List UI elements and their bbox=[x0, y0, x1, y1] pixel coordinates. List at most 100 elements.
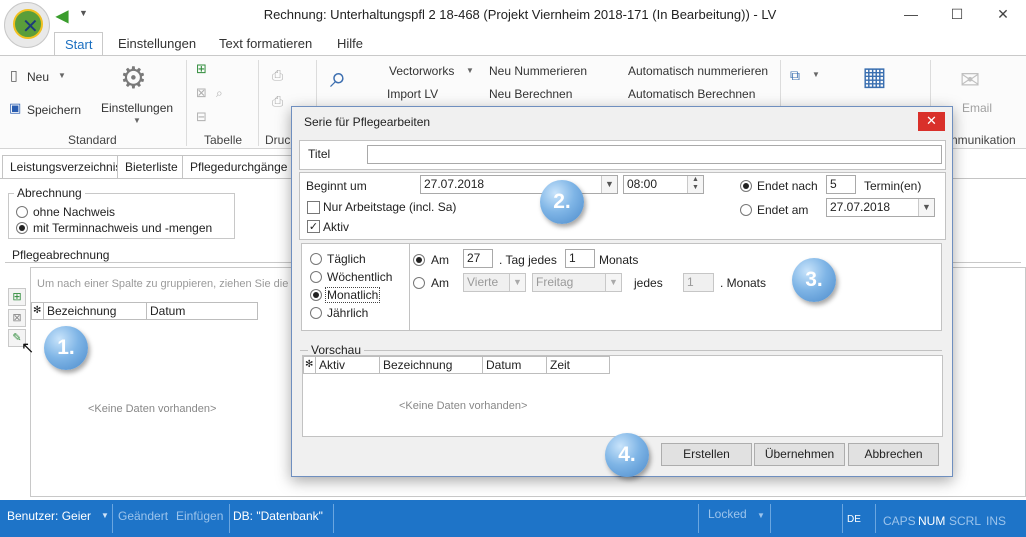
radio-monatlich[interactable] bbox=[310, 289, 322, 301]
tab-text-formatieren[interactable]: Text formatieren bbox=[209, 32, 322, 55]
search-disabled-icon[interactable]: ⌕ bbox=[216, 86, 223, 101]
aktiv-checkbox[interactable]: ✓ bbox=[307, 220, 320, 233]
weekday-dropdown-icon[interactable]: ▼ bbox=[605, 274, 621, 291]
weekday-select[interactable]: Freitag ▼ bbox=[532, 273, 622, 292]
einstellungen-button[interactable]: Einstellungen bbox=[101, 101, 173, 115]
group-hint: Um nach einer Spalte zu gruppieren, zieh… bbox=[37, 278, 305, 290]
insert-row-icon[interactable]: ⊞ bbox=[196, 62, 207, 77]
radio-jaehrlich[interactable] bbox=[310, 307, 322, 319]
vectorworks-button[interactable]: Vectorworks bbox=[389, 64, 454, 78]
auto-berechnen-button[interactable]: Automatisch Berechnen bbox=[628, 87, 755, 101]
app-logo[interactable]: ✕ bbox=[4, 2, 50, 48]
benutzer-dropdown-icon[interactable]: ▼ bbox=[101, 511, 109, 520]
grid-header-datum[interactable]: Datum bbox=[147, 303, 257, 319]
endet-am-dropdown-icon[interactable]: ▼ bbox=[918, 199, 934, 216]
tag-jedes-label: . Tag jedes bbox=[499, 253, 557, 267]
neu-button[interactable]: Neu bbox=[27, 70, 49, 84]
callout-bubble-4: 4. bbox=[605, 433, 649, 477]
neu-nummerieren-button[interactable]: Neu Nummerieren bbox=[489, 64, 587, 78]
weekday-value: Freitag bbox=[536, 275, 574, 289]
locked-dropdown-icon[interactable]: ▼ bbox=[757, 511, 765, 520]
group-label-kommunikation: nmunikation bbox=[951, 133, 1016, 147]
speichern-button[interactable]: Speichern bbox=[27, 103, 81, 117]
neu-dropdown-icon[interactable]: ▼ bbox=[58, 71, 66, 80]
beginnt-date-input[interactable]: 27.07.2018 ▼ bbox=[420, 175, 618, 194]
vorschau-header-datum[interactable]: Datum bbox=[483, 357, 547, 373]
radio-ohne-nachweis[interactable] bbox=[16, 206, 28, 218]
minimize-button[interactable]: — bbox=[888, 2, 934, 26]
vectorworks-dropdown-icon[interactable]: ▼ bbox=[466, 66, 474, 75]
auto-nummerieren-button[interactable]: Automatisch nummerieren bbox=[628, 64, 768, 78]
endet-nach-input[interactable]: 5 bbox=[826, 175, 856, 194]
callout-bubble-3: 3. bbox=[792, 258, 836, 302]
status-bar: Benutzer: Geier ▼ Geändert Einfügen DB: … bbox=[0, 500, 1026, 537]
monthly-day-input[interactable]: 27 bbox=[463, 249, 493, 268]
erstellen-button[interactable]: Erstellen bbox=[661, 443, 752, 466]
import-lv-button[interactable]: Import LV bbox=[387, 87, 438, 101]
ordinal-select[interactable]: Vierte ▼ bbox=[463, 273, 526, 292]
einstellungen-dropdown-icon[interactable]: ▼ bbox=[133, 116, 141, 125]
arbeitstage-checkbox[interactable] bbox=[307, 201, 320, 214]
delete-row-icon[interactable]: ⊠ bbox=[196, 86, 207, 101]
status-num: NUM bbox=[918, 514, 946, 528]
calculator-icon[interactable]: ▦ bbox=[862, 62, 887, 92]
tab-einstellungen[interactable]: Einstellungen bbox=[108, 32, 206, 55]
window-title: Rechnung: Unterhaltungspfl 2 18-468 (Pro… bbox=[263, 7, 777, 22]
radio-monthly-am-day[interactable] bbox=[413, 254, 425, 266]
arbeitstage-label: Nur Arbeitstage (incl. Sa) bbox=[323, 200, 457, 214]
monthly-months-input[interactable]: 1 bbox=[565, 249, 595, 268]
status-scrl: SCRL bbox=[949, 514, 982, 528]
neu-berechnen-button[interactable]: Neu Berechnen bbox=[489, 87, 572, 101]
ordinal-dropdown-icon[interactable]: ▼ bbox=[509, 274, 525, 291]
copy-dropdown-icon[interactable]: ▼ bbox=[812, 70, 820, 79]
copy-icon[interactable]: ⧉ bbox=[790, 68, 800, 84]
edit-row-icon[interactable]: ⊟ bbox=[196, 110, 207, 125]
beginnt-time-input[interactable]: 08:00 ▲ ▼ bbox=[623, 175, 704, 194]
grid-header-bezeichnung[interactable]: Bezeichnung bbox=[44, 303, 147, 319]
beginnt-label: Beginnt um bbox=[306, 179, 367, 193]
radio-woechentlich[interactable] bbox=[310, 271, 322, 283]
close-window-button[interactable]: ✕ bbox=[980, 2, 1026, 26]
quick-access-dropdown-icon[interactable]: ▼ bbox=[79, 8, 88, 18]
dialog-close-button[interactable]: ✕ bbox=[918, 112, 945, 131]
monats-label: Monats bbox=[599, 253, 639, 267]
endet-am-value: 27.07.2018 bbox=[830, 200, 891, 214]
tab-start[interactable]: Start bbox=[54, 32, 104, 56]
uebernehmen-button[interactable]: Übernehmen bbox=[754, 443, 845, 466]
new-document-icon: ▯ bbox=[10, 68, 18, 84]
radio-mit-terminnachweis[interactable] bbox=[16, 222, 28, 234]
search-icon[interactable]: ⌕ bbox=[330, 60, 347, 95]
vorschau-header-aktiv[interactable]: Aktiv bbox=[316, 357, 380, 373]
email-icon[interactable]: ✉ bbox=[960, 66, 980, 94]
endet-am-input[interactable]: 27.07.2018 ▼ bbox=[826, 198, 935, 217]
maximize-button[interactable]: ☐ bbox=[934, 2, 980, 26]
status-caps: CAPS bbox=[883, 514, 916, 528]
tab-pflegedurchgaenge[interactable]: Pflegedurchgänge bbox=[182, 155, 296, 179]
tab-leistungsverzeichnis[interactable]: Leistungsverzeichnis bbox=[2, 155, 130, 179]
grid-empty-text: <Keine Daten vorhanden> bbox=[88, 403, 217, 415]
radio-endet-am[interactable] bbox=[740, 204, 752, 216]
email-button[interactable]: Email bbox=[962, 101, 992, 115]
save-icon: ▣ bbox=[9, 101, 22, 116]
abbrechen-button[interactable]: Abbrechen bbox=[848, 443, 939, 466]
vorschau-header-bezeichnung[interactable]: Bezeichnung bbox=[380, 357, 483, 373]
vorschau-header-zeit[interactable]: Zeit bbox=[547, 357, 609, 373]
radio-taeglich[interactable] bbox=[310, 253, 322, 265]
grid-header-star-icon: ✻ bbox=[32, 303, 44, 319]
status-benutzer[interactable]: Benutzer: Geier bbox=[7, 509, 91, 523]
taeglich-label: Täglich bbox=[327, 252, 366, 266]
beginnt-time-spinner-icon[interactable]: ▲ ▼ bbox=[687, 176, 703, 193]
monthly-months2-input[interactable]: 1 bbox=[683, 273, 714, 292]
beginnt-date-dropdown-icon[interactable]: ▼ bbox=[601, 176, 617, 193]
tab-hilfe[interactable]: Hilfe bbox=[327, 32, 373, 55]
radio-endet-nach[interactable] bbox=[740, 180, 752, 192]
titel-input[interactable] bbox=[367, 145, 942, 164]
ribbon-separator bbox=[186, 60, 187, 146]
back-arrow-icon[interactable]: ◀ bbox=[56, 6, 68, 26]
add-row-icon[interactable]: ⊞ bbox=[8, 288, 26, 306]
remove-row-icon[interactable]: ⊠ bbox=[8, 309, 26, 327]
print-preview-icon[interactable]: ⎙ bbox=[272, 94, 283, 110]
radio-monthly-am-weekday[interactable] bbox=[413, 277, 425, 289]
tab-bieterliste[interactable]: Bieterliste bbox=[117, 155, 186, 179]
print-icon[interactable]: ⎙ bbox=[272, 68, 283, 84]
